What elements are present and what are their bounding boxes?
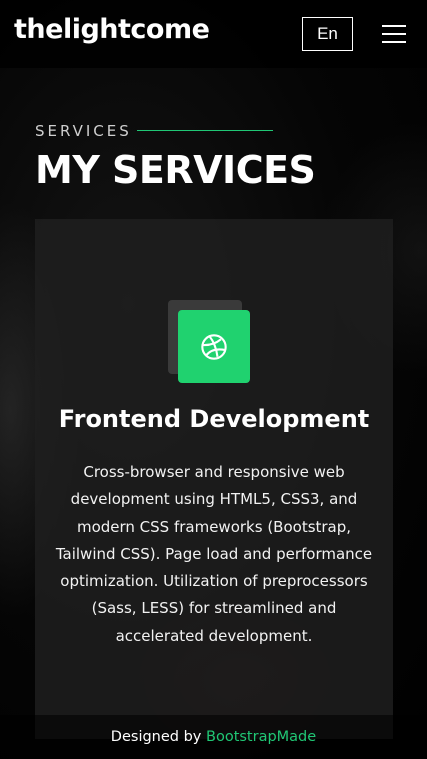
menu-bar [382, 41, 406, 43]
language-button[interactable]: En [302, 17, 353, 51]
section-label: SERVICES [35, 122, 132, 140]
menu-bar [382, 25, 406, 27]
site-header: thelightcome En [0, 0, 427, 68]
section-title: MY SERVICES [35, 148, 316, 192]
footer-credit-text: Designed by [110, 729, 206, 745]
dribbble-icon [178, 310, 250, 383]
menu-bar [382, 33, 406, 35]
section-divider [137, 130, 273, 131]
service-card: Frontend Development Cross-browser and r… [35, 219, 393, 739]
site-logo[interactable]: thelightcome [14, 14, 210, 45]
service-description: Cross-browser and responsive web develop… [55, 463, 373, 645]
service-title: Frontend Development [58, 405, 370, 433]
hamburger-menu-icon[interactable] [382, 22, 406, 44]
footer-credit-link[interactable]: BootstrapMade [206, 729, 316, 745]
service-icon-box [168, 300, 252, 384]
site-footer: Designed by BootstrapMade [0, 715, 427, 759]
